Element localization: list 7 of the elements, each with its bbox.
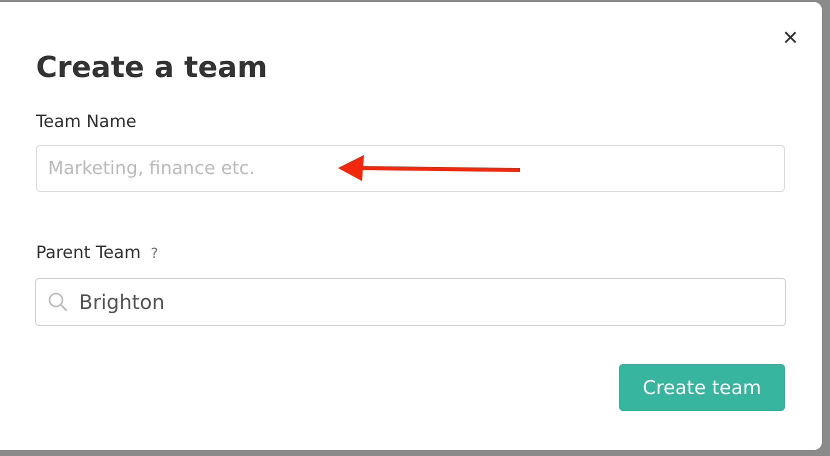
field-label: Team Name xyxy=(36,111,138,133)
team-name-field[interactable]: Marketing, finance etc. xyxy=(36,145,785,192)
field-label: Parent Team xyxy=(36,242,141,264)
dialog-title: Create a team xyxy=(36,49,268,86)
help-icon[interactable]: ? xyxy=(150,243,158,265)
close-button[interactable]: × xyxy=(778,24,802,50)
parent-team-field[interactable]: Brighton xyxy=(35,278,786,326)
